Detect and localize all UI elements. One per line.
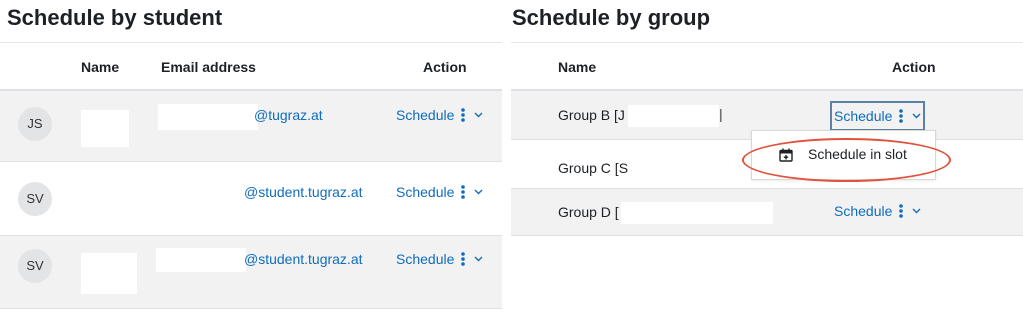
schedule-link[interactable]: Schedule <box>396 251 454 267</box>
chevron-down-icon[interactable] <box>474 112 483 118</box>
redacted-group-name <box>628 105 719 127</box>
email-address: @student.tugraz.at <box>244 184 363 200</box>
email-address: @student.tugraz.at <box>244 251 363 267</box>
redacted-name <box>81 253 137 294</box>
schedule-link[interactable]: Schedule <box>396 107 454 123</box>
calendar-plus-icon <box>779 148 793 167</box>
panel-title: Schedule by student <box>7 5 223 30</box>
group-name-bracket: | <box>719 106 723 122</box>
column-header-name: Name <box>558 59 597 75</box>
table-header: Name Email address Action <box>0 44 502 91</box>
column-header-action: Action <box>423 59 467 75</box>
schedule-dropdown-menu: Schedule in slot <box>751 130 936 180</box>
group-name: Group C [S <box>558 160 629 176</box>
schedule-link[interactable]: Schedule <box>396 184 454 200</box>
group-name: Group B [J <box>558 107 625 123</box>
avatar: JS <box>18 107 52 141</box>
table-row: SV @student.tugraz.at Schedule <box>0 162 502 236</box>
group-name: Group D [ <box>558 204 619 220</box>
table-row: Group D [ Schedule <box>511 189 1023 236</box>
column-header-email: Email address <box>161 59 256 75</box>
table-header: Name Action <box>511 44 1023 91</box>
column-header-name: Name <box>81 59 120 75</box>
schedule-link[interactable]: Schedule <box>834 108 892 124</box>
column-header-action: Action <box>892 59 936 75</box>
menu-item-label: Schedule in slot <box>808 146 907 162</box>
table-row: SV @student.tugraz.at Schedule <box>0 236 502 309</box>
table-row: JS @tugraz.at Schedule <box>0 91 502 162</box>
kebab-menu-icon[interactable] <box>461 252 466 266</box>
kebab-menu-icon[interactable] <box>899 109 904 123</box>
redacted-name <box>81 110 129 147</box>
redacted-email <box>156 248 246 272</box>
email-address: @tugraz.at <box>254 107 323 123</box>
schedule-link[interactable]: Schedule <box>834 203 892 219</box>
kebab-menu-icon[interactable] <box>461 185 466 199</box>
action-cell: Schedule <box>396 184 483 200</box>
menu-item-schedule-in-slot[interactable]: Schedule in slot <box>752 131 935 179</box>
redacted-group-name <box>621 202 773 224</box>
kebab-menu-icon[interactable] <box>899 204 904 218</box>
redacted-email <box>158 104 258 130</box>
action-cell: Schedule <box>834 203 921 219</box>
action-cell: Schedule <box>396 251 483 267</box>
avatar: SV <box>18 249 52 283</box>
panel-title: Schedule by group <box>512 5 711 30</box>
chevron-down-icon[interactable] <box>912 113 921 119</box>
chevron-down-icon[interactable] <box>474 189 483 195</box>
action-cell: Schedule <box>829 101 926 131</box>
chevron-down-icon[interactable] <box>912 208 921 214</box>
chevron-down-icon[interactable] <box>474 256 483 262</box>
kebab-menu-icon[interactable] <box>461 108 466 122</box>
divider <box>0 42 502 43</box>
action-cell: Schedule <box>396 107 483 123</box>
avatar: SV <box>18 182 52 216</box>
divider <box>511 42 1023 43</box>
